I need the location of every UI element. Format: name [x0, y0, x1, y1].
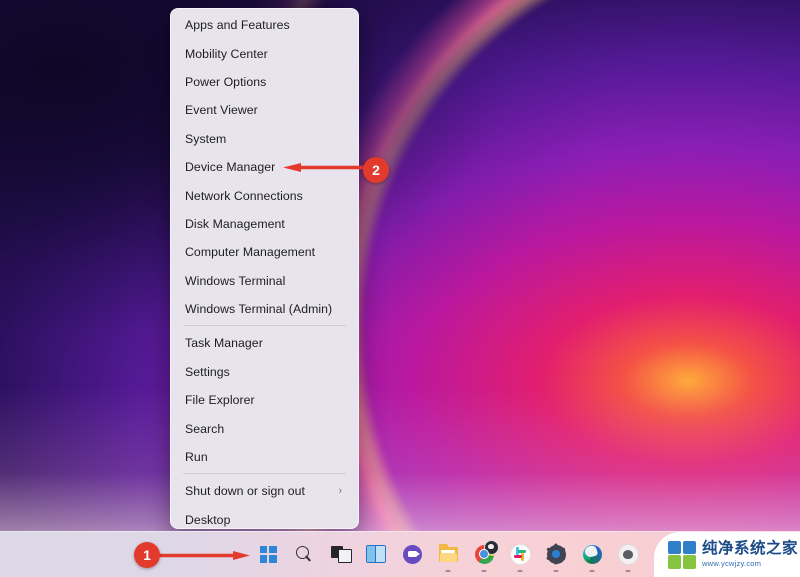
winx-menu-item-windows-terminal[interactable]: Windows Terminal	[171, 267, 358, 295]
windows-logo-icon	[257, 543, 279, 565]
chrome-icon	[473, 539, 499, 565]
winx-menu-item-windows-terminal-admin[interactable]: Windows Terminal (Admin)	[171, 295, 358, 323]
winx-menu-item-label: System	[185, 131, 227, 146]
winx-menu-item-computer-management[interactable]: Computer Management	[171, 238, 358, 266]
winx-menu-item-label: Shut down or sign out	[185, 484, 305, 499]
annotation-arrow-1	[156, 551, 250, 560]
winx-menu-item-search[interactable]: Search	[171, 414, 358, 442]
winx-menu-item-label: Computer Management	[185, 245, 316, 260]
taskbar-running-indicator	[553, 569, 559, 572]
widgets-button[interactable]	[358, 532, 394, 577]
taskbar-running-indicator	[481, 569, 487, 572]
annotation-badge-1: 1	[134, 542, 160, 568]
winx-context-menu[interactable]: Apps and Features Mobility Center Power Op…	[170, 8, 359, 529]
chat-icon	[401, 543, 423, 565]
widgets-icon	[365, 543, 387, 565]
winx-menu-item-label: Event Viewer	[185, 103, 258, 118]
desktop-wallpaper	[0, 0, 800, 577]
app-icon	[617, 543, 639, 565]
annotation-badge-2: 2	[363, 157, 389, 183]
winx-menu-item-mobility-center[interactable]: Mobility Center	[171, 39, 358, 67]
winx-menu-item-label: Settings	[185, 364, 230, 379]
winx-menu-item-label: Power Options	[185, 74, 267, 89]
taskbar-running-indicator	[589, 569, 595, 572]
winx-menu-item-label: Windows Terminal (Admin)	[185, 302, 333, 317]
winx-menu-separator	[183, 473, 346, 475]
winx-menu-item-power-options[interactable]: Power Options	[171, 68, 358, 96]
chrome-button[interactable]	[466, 532, 502, 577]
winx-menu-item-system[interactable]: System	[171, 125, 358, 153]
chevron-right-icon: ›	[339, 485, 343, 498]
start-button[interactable]	[250, 532, 286, 577]
watermark-text-block: 纯净系统之家 www.ycwjzy.com	[702, 541, 798, 567]
winx-menu-item-label: Disk Management	[185, 216, 285, 231]
hidden-app-button[interactable]	[610, 532, 646, 577]
gear-icon	[545, 543, 567, 565]
annotation-arrow-2	[283, 163, 371, 172]
winx-menu-item-disk-management[interactable]: Disk Management	[171, 210, 358, 238]
winx-menu-item-event-viewer[interactable]: Event Viewer	[171, 96, 358, 124]
winx-menu-item-settings[interactable]: Settings	[171, 358, 358, 386]
watermark-url: www.ycwjzy.com	[702, 558, 762, 568]
taskbar-running-indicator	[517, 569, 523, 572]
taskbar-icon-strip	[250, 532, 646, 577]
folder-icon	[437, 543, 459, 565]
search-icon	[293, 543, 315, 565]
edge-icon	[581, 543, 603, 565]
winx-menu-item-label: Apps and Features	[185, 18, 290, 33]
search-button[interactable]	[286, 532, 322, 577]
winx-menu-separator	[183, 325, 346, 327]
winx-menu-item-label: Mobility Center	[185, 46, 268, 61]
winx-menu-item-task-manager[interactable]: Task Manager	[171, 329, 358, 357]
winx-menu-item-label: File Explorer	[185, 393, 255, 408]
task-view-icon	[329, 543, 352, 565]
winx-menu-item-run[interactable]: Run	[171, 443, 358, 471]
winx-menu-item-label: Task Manager	[185, 336, 263, 351]
winx-menu-item-network-connections[interactable]: Network Connections	[171, 181, 358, 209]
watermark-logo-icon	[668, 540, 696, 569]
slack-icon	[509, 543, 531, 565]
site-watermark: 纯净系统之家 www.ycwjzy.com	[654, 532, 800, 577]
winx-menu-item-label: Run	[185, 450, 208, 465]
watermark-brand: 纯净系统之家	[702, 540, 799, 558]
taskbar-running-indicator	[445, 569, 451, 572]
task-view-button[interactable]	[322, 532, 358, 577]
winx-menu-item-file-explorer[interactable]: File Explorer	[171, 386, 358, 414]
file-explorer-button[interactable]	[430, 532, 466, 577]
winx-menu-list: Apps and Features Mobility Center Power Op…	[171, 9, 358, 528]
winx-menu-item-apps-and-features[interactable]: Apps and Features	[171, 11, 358, 39]
slack-button[interactable]	[502, 532, 538, 577]
winx-menu-item-shut-down-or-sign-out[interactable]: Shut down or sign out ›	[171, 477, 358, 505]
chat-button[interactable]	[394, 532, 430, 577]
winx-menu-item-label: Search	[185, 421, 225, 436]
edge-button[interactable]	[574, 532, 610, 577]
taskbar-running-indicator	[625, 569, 631, 572]
taskbar[interactable]: 纯净系统之家 www.ycwjzy.com	[0, 531, 800, 577]
winx-menu-item-desktop[interactable]: Desktop	[171, 506, 358, 528]
settings-button[interactable]	[538, 532, 574, 577]
winx-menu-item-label: Windows Terminal	[185, 273, 286, 288]
winx-menu-item-label: Network Connections	[185, 188, 303, 203]
winx-menu-item-label: Desktop	[185, 512, 231, 527]
